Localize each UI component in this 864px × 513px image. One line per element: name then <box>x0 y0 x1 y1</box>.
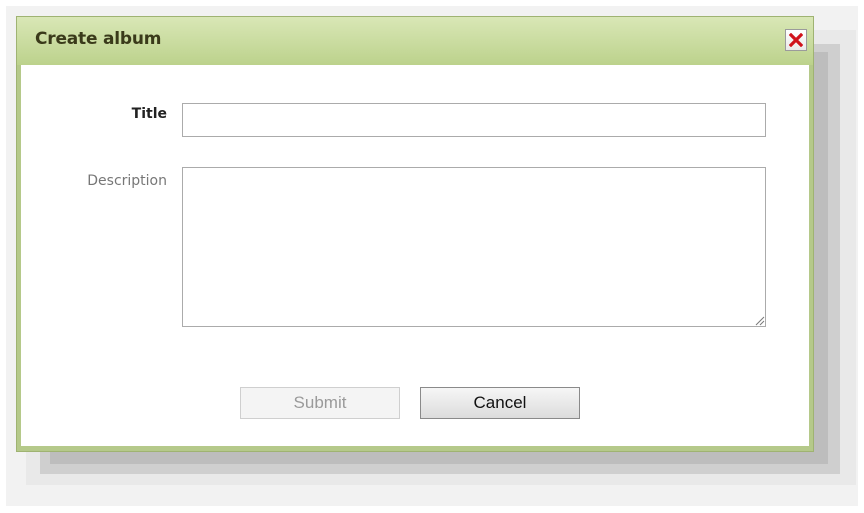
submit-button[interactable]: Submit <box>240 387 400 419</box>
close-x-icon <box>789 33 803 47</box>
create-album-dialog: Create album Title Description Submit Ca… <box>16 16 814 452</box>
title-label: Title <box>131 106 167 122</box>
description-label: Description <box>87 173 167 189</box>
title-input[interactable] <box>182 103 766 137</box>
close-button[interactable] <box>785 29 807 51</box>
dialog-title: Create album <box>35 29 162 49</box>
description-textarea[interactable] <box>182 167 766 327</box>
cancel-button[interactable]: Cancel <box>420 387 580 419</box>
dialog-titlebar: Create album <box>17 17 813 65</box>
resize-grip-icon[interactable] <box>755 316 765 326</box>
dialog-body: Title Description Submit Cancel <box>21 65 809 446</box>
